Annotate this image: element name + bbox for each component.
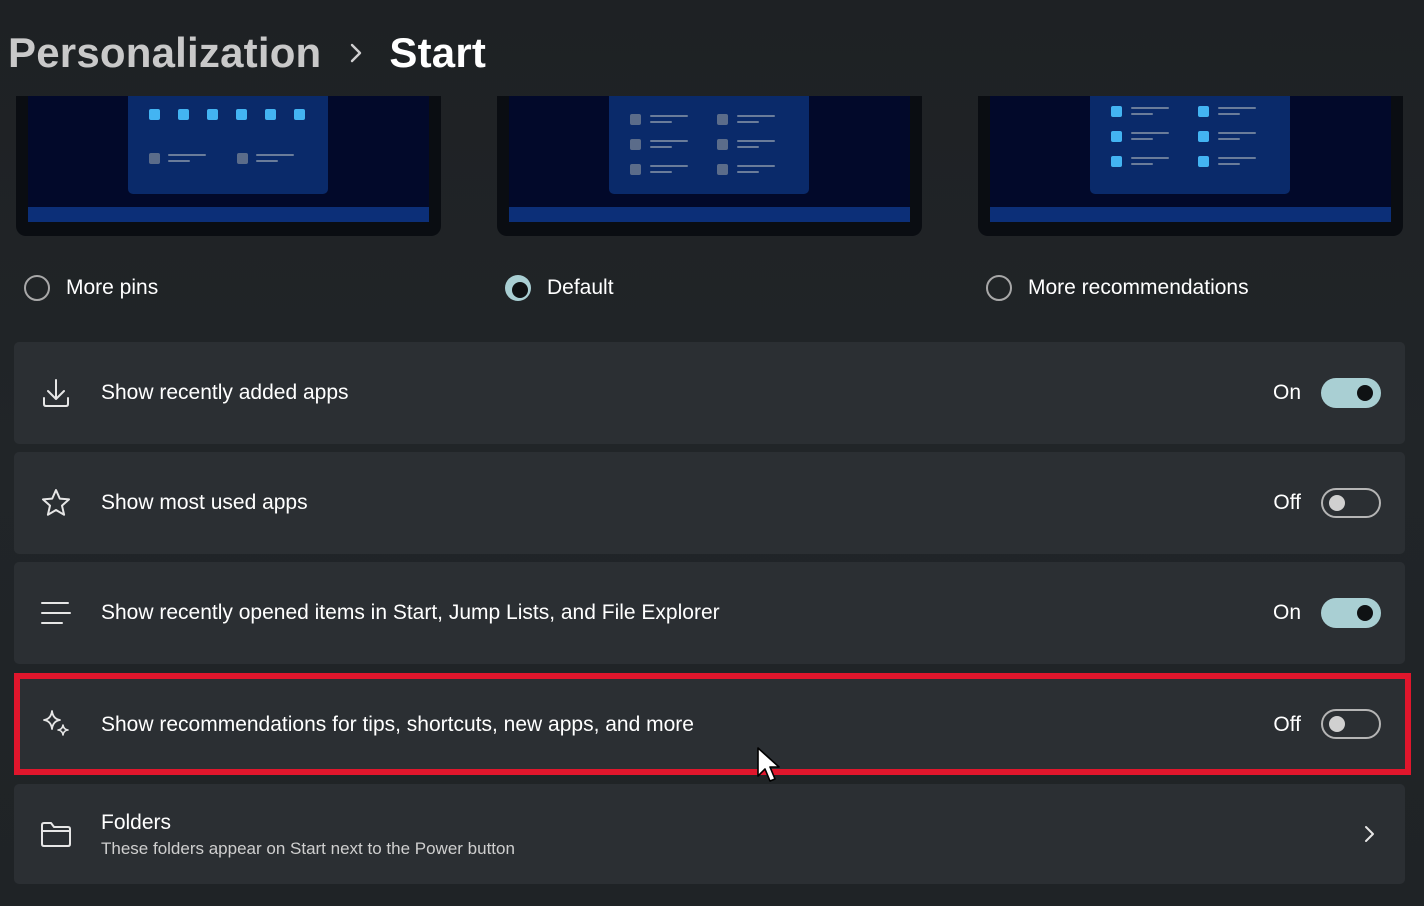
page-title: Start bbox=[389, 29, 487, 76]
chevron-right-icon[interactable] bbox=[1361, 824, 1377, 844]
chevron-right-icon bbox=[349, 42, 363, 64]
preview-start-menu bbox=[1090, 96, 1290, 194]
setting-recently-added-apps[interactable]: Show recently added apps On bbox=[14, 342, 1405, 444]
setting-label: Show recommendations for tips, shortcuts… bbox=[101, 713, 694, 736]
toggle-recently-opened-items[interactable] bbox=[1321, 598, 1381, 628]
radio-button[interactable] bbox=[24, 275, 50, 301]
radio-button[interactable] bbox=[986, 275, 1012, 301]
radio-label: More recommendations bbox=[1028, 276, 1249, 299]
setting-most-used-apps[interactable]: Show most used apps Off bbox=[14, 452, 1405, 554]
folder-icon bbox=[38, 816, 74, 852]
setting-label: Show recently added apps bbox=[101, 381, 349, 404]
star-icon bbox=[38, 485, 74, 521]
radio-more-pins[interactable]: More pins bbox=[24, 272, 158, 304]
setting-label: Show most used apps bbox=[101, 491, 308, 514]
sparkle-icon bbox=[38, 706, 74, 742]
toggle-state-text: Off bbox=[1273, 491, 1301, 514]
setting-label: Show recently opened items in Start, Jum… bbox=[101, 601, 720, 624]
toggle-most-used-apps[interactable] bbox=[1321, 488, 1381, 518]
preview-screen bbox=[509, 96, 910, 222]
breadcrumb: Personalization Start bbox=[8, 26, 486, 80]
toggle-recommendations-tips[interactable] bbox=[1321, 709, 1381, 739]
layout-preview-default[interactable] bbox=[497, 96, 922, 236]
toggle-recently-added-apps[interactable] bbox=[1321, 378, 1381, 408]
preview-screen bbox=[990, 96, 1391, 222]
folders-subtitle: These folders appear on Start next to th… bbox=[101, 839, 515, 858]
radio-button-selected[interactable] bbox=[505, 275, 531, 301]
preview-taskbar bbox=[28, 207, 429, 222]
radio-label: Default bbox=[547, 276, 614, 299]
radio-more-recommendations[interactable]: More recommendations bbox=[986, 272, 1249, 304]
radio-default[interactable]: Default bbox=[505, 272, 614, 304]
radio-label: More pins bbox=[66, 276, 159, 299]
mouse-cursor-icon bbox=[756, 746, 782, 786]
setting-recommendations-tips[interactable]: Show recommendations for tips, shortcuts… bbox=[14, 673, 1405, 775]
download-icon bbox=[38, 375, 74, 411]
preview-taskbar bbox=[990, 207, 1391, 222]
toggle-state-text: On bbox=[1272, 381, 1301, 404]
toggle-state-text: On bbox=[1272, 601, 1301, 624]
preview-screen bbox=[28, 96, 429, 222]
folders-title: Folders bbox=[101, 811, 172, 834]
preview-start-menu bbox=[609, 96, 809, 194]
preview-taskbar bbox=[509, 207, 910, 222]
preview-start-menu bbox=[128, 96, 328, 194]
setting-folders[interactable]: Folders These folders appear on Start ne… bbox=[14, 784, 1405, 884]
setting-recently-opened-items[interactable]: Show recently opened items in Start, Jum… bbox=[14, 562, 1405, 664]
list-icon bbox=[38, 595, 74, 631]
toggle-state-text: Off bbox=[1273, 713, 1301, 736]
settings-page: Personalization Start More pins Default … bbox=[0, 0, 1424, 906]
layout-preview-more-recommendations[interactable] bbox=[978, 96, 1403, 236]
layout-preview-more-pins[interactable] bbox=[16, 96, 441, 236]
breadcrumb-personalization[interactable]: Personalization bbox=[8, 29, 321, 77]
